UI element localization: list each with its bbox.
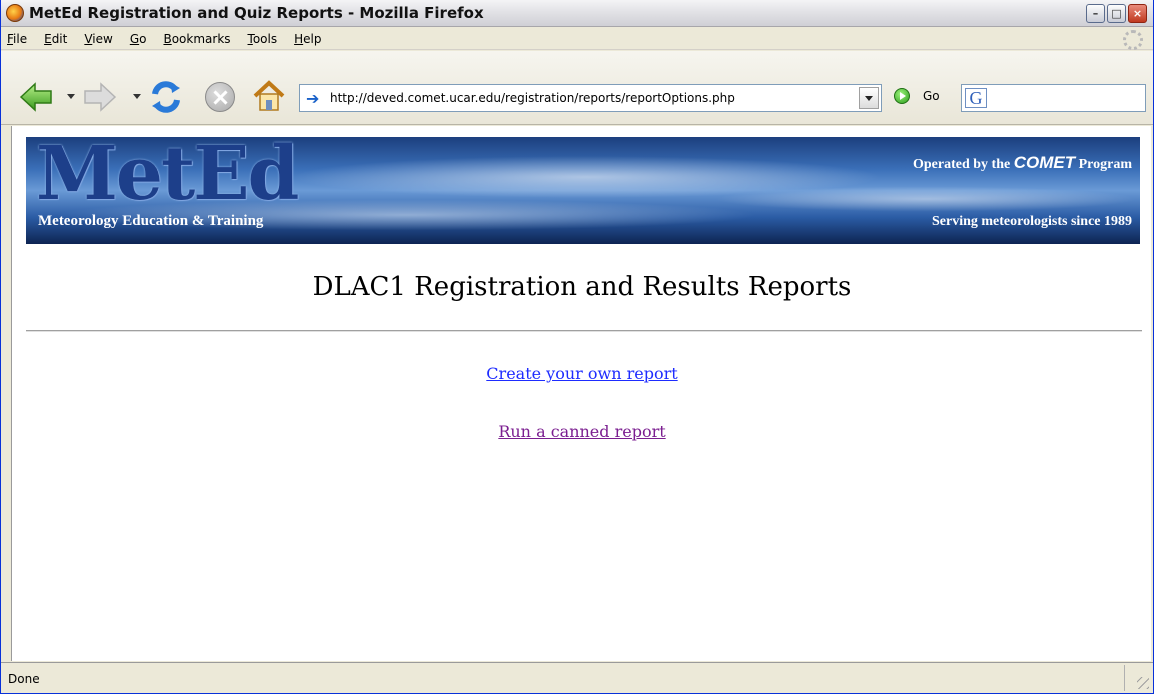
firefox-icon xyxy=(6,4,24,22)
banner-subtitle: Meteorology Education & Training xyxy=(38,213,264,229)
forward-dropdown[interactable] xyxy=(133,94,141,99)
url-arrow-icon: ➔ xyxy=(306,88,320,108)
search-input[interactable]: G xyxy=(961,84,1146,112)
maximize-button[interactable]: □ xyxy=(1107,4,1126,23)
url-bar[interactable]: ➔ http://deved.comet.ucar.edu/registrati… xyxy=(299,84,882,112)
menu-go-label: o xyxy=(139,31,147,46)
operated-prefix: Operated by the xyxy=(913,157,1011,172)
banner-serving: Serving meteorologists since 1989 xyxy=(932,214,1132,229)
banner-operated-by: Operated by the COMET Program xyxy=(913,153,1132,173)
url-history-dropdown[interactable] xyxy=(859,87,879,109)
back-arrow-icon[interactable] xyxy=(19,81,53,113)
menu-go[interactable]: Go xyxy=(130,32,147,46)
menu-bookmarks-accel: B xyxy=(163,31,172,46)
url-text[interactable]: http://deved.comet.ucar.edu/registration… xyxy=(330,91,859,105)
canned-report-row: Run a canned report xyxy=(12,422,1152,441)
menu-tools-label: ools xyxy=(252,31,278,46)
title-bar: MetEd Registration and Quiz Reports - Mo… xyxy=(1,0,1153,27)
operated-suffix: Program xyxy=(1078,157,1132,172)
menu-view[interactable]: View xyxy=(84,32,112,46)
google-icon[interactable]: G xyxy=(965,88,987,108)
divider xyxy=(26,330,1142,332)
status-bar: Done xyxy=(1,662,1153,693)
menu-help[interactable]: Help xyxy=(294,32,321,46)
home-icon[interactable] xyxy=(251,79,287,113)
menu-bookmarks-label: ookmarks xyxy=(171,31,231,46)
window-title: MetEd Registration and Quiz Reports - Mo… xyxy=(29,4,484,22)
menu-bookmarks[interactable]: Bookmarks xyxy=(163,32,230,46)
menu-tools[interactable]: Tools xyxy=(248,32,278,46)
menu-edit-label: dit xyxy=(51,31,68,46)
menu-edit[interactable]: Edit xyxy=(44,32,67,46)
status-separator xyxy=(1124,665,1125,691)
stop-icon[interactable] xyxy=(205,82,235,112)
minimize-button[interactable]: – xyxy=(1086,4,1105,23)
navigation-toolbar: ➔ http://deved.comet.ucar.edu/registrati… xyxy=(1,51,1153,125)
meted-banner: MetEd Meteorology Education & Training O… xyxy=(26,137,1140,244)
reload-icon[interactable] xyxy=(149,80,183,114)
menu-file-label: ile xyxy=(13,31,28,46)
close-button[interactable]: × xyxy=(1128,4,1147,23)
browser-window: MetEd Registration and Quiz Reports - Mo… xyxy=(0,0,1154,694)
page-content: MetEd Meteorology Education & Training O… xyxy=(11,126,1151,661)
menu-help-accel: H xyxy=(294,31,304,46)
go-icon[interactable] xyxy=(894,88,910,104)
page-title: DLAC1 Registration and Results Reports xyxy=(312,272,852,302)
meted-logo: MetEd xyxy=(36,137,299,217)
menu-view-label: iew xyxy=(92,31,113,46)
go-button[interactable]: Go xyxy=(923,89,940,103)
throbber-icon xyxy=(1123,30,1143,50)
menu-bar: File Edit View Go Bookmarks Tools Help xyxy=(1,28,1153,50)
create-report-link[interactable]: Create your own report xyxy=(486,364,677,383)
status-text: Done xyxy=(8,672,40,686)
window-controls: – □ × xyxy=(1086,4,1147,23)
menu-edit-accel: E xyxy=(44,31,52,46)
back-dropdown[interactable] xyxy=(67,94,75,99)
forward-arrow-icon[interactable] xyxy=(83,81,117,113)
comet-logo: COMET xyxy=(1013,153,1076,172)
menu-go-accel: G xyxy=(129,31,140,46)
create-report-row: Create your own report xyxy=(12,364,1152,383)
menu-file[interactable]: File xyxy=(7,32,27,46)
menu-help-label: elp xyxy=(303,31,322,46)
resize-grip-icon[interactable] xyxy=(1137,677,1149,689)
canned-report-link[interactable]: Run a canned report xyxy=(498,422,665,441)
